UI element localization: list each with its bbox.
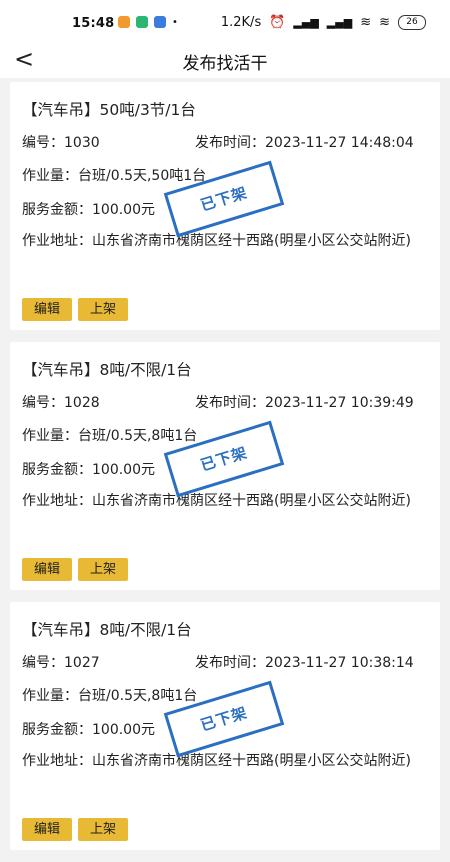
address-row: 作业地址：山东省济南市槐荫区经十西路(明星小区公交站附近) bbox=[22, 484, 432, 518]
publish-time-label: 发布时间： bbox=[195, 655, 265, 671]
workload-value: 台班/0.5天,50吨1台 bbox=[78, 168, 207, 184]
id-row: 编号：1030 发布时间：2023-11-27 14:48:04 bbox=[22, 132, 414, 152]
amount-label: 服务金额： bbox=[22, 722, 92, 738]
notification-icons: • bbox=[118, 16, 178, 28]
page-title: 发布找活干 bbox=[182, 54, 268, 74]
amount-row: 服务金额：100.00元 bbox=[22, 719, 155, 739]
workload-label: 作业量： bbox=[22, 168, 78, 184]
workload-row: 作业量：台班/0.5天,50吨1台 bbox=[22, 165, 206, 185]
amount-row: 服务金额：100.00元 bbox=[22, 199, 155, 219]
publish-time-label: 发布时间： bbox=[195, 135, 265, 151]
address-label: 作业地址： bbox=[22, 233, 92, 249]
edit-button[interactable]: 编辑 bbox=[22, 558, 73, 581]
card-actions: 编辑 上架 bbox=[22, 818, 129, 841]
id-label: 编号： bbox=[22, 135, 64, 151]
address-value: 山东省济南市槐荫区经十西路(明星小区公交站附近) bbox=[92, 493, 411, 509]
app-notification-icon-2 bbox=[154, 16, 166, 28]
id-value: 1028 bbox=[64, 395, 100, 411]
wifi-icon-2: ≋ bbox=[379, 15, 390, 30]
address-value: 山东省济南市槐荫区经十西路(明星小区公交站附近) bbox=[92, 233, 411, 249]
battery-icon: 26 bbox=[398, 15, 426, 30]
wifi-icon: ≋ bbox=[360, 15, 372, 30]
publish-time-value: 2023-11-27 10:39:49 bbox=[265, 395, 414, 411]
job-card[interactable]: 【汽车吊】8吨/不限/1台 编号：1028 发布时间：2023-11-27 10… bbox=[10, 342, 440, 590]
edit-button[interactable]: 编辑 bbox=[22, 298, 73, 321]
id-label: 编号： bbox=[22, 395, 64, 411]
publish-time: 发布时间：2023-11-27 10:38:14 bbox=[195, 652, 414, 672]
more-dot-icon: • bbox=[172, 16, 178, 28]
signal-icon-2: ▂▄▆ bbox=[326, 16, 353, 29]
status-right: 1.2K/s ⏰ ▂▄▆ ▂▄▆ ≋ ≋ 26 bbox=[221, 15, 426, 30]
amount-row: 服务金额：100.00元 bbox=[22, 459, 155, 479]
workload-row: 作业量：台班/0.5天,8吨1台 bbox=[22, 425, 197, 445]
publish-time: 发布时间：2023-11-27 10:39:49 bbox=[195, 392, 414, 412]
amount-label: 服务金额： bbox=[22, 202, 92, 218]
job-card[interactable]: 【汽车吊】50吨/3节/1台 编号：1030 发布时间：2023-11-27 1… bbox=[10, 82, 440, 330]
publish-time: 发布时间：2023-11-27 14:48:04 bbox=[195, 132, 414, 152]
workload-row: 作业量：台班/0.5天,8吨1台 bbox=[22, 685, 197, 705]
edit-button[interactable]: 编辑 bbox=[22, 818, 73, 841]
app-notification-icon bbox=[118, 16, 130, 28]
address-label: 作业地址： bbox=[22, 753, 92, 769]
job-heading: 【汽车吊】50吨/3节/1台 bbox=[22, 101, 196, 119]
workload-label: 作业量： bbox=[22, 428, 78, 444]
shield-notification-icon bbox=[136, 16, 148, 28]
job-list: 【汽车吊】50吨/3节/1台 编号：1030 发布时间：2023-11-27 1… bbox=[10, 82, 440, 862]
address-value: 山东省济南市槐荫区经十西路(明星小区公交站附近) bbox=[92, 753, 411, 769]
shelve-button[interactable]: 上架 bbox=[78, 818, 129, 841]
job-card[interactable]: 【汽车吊】8吨/不限/1台 编号：1027 发布时间：2023-11-27 10… bbox=[10, 602, 440, 850]
publish-time-value: 2023-11-27 14:48:04 bbox=[265, 135, 414, 151]
publish-time-value: 2023-11-27 10:38:14 bbox=[265, 655, 414, 671]
status-bar: 15:48 • 1.2K/s ⏰ ▂▄▆ ▂▄▆ ≋ ≋ 26 bbox=[0, 0, 450, 44]
publish-time-label: 发布时间： bbox=[195, 395, 265, 411]
job-heading: 【汽车吊】8吨/不限/1台 bbox=[22, 361, 192, 379]
shelve-button[interactable]: 上架 bbox=[78, 558, 129, 581]
amount-value: 100.00元 bbox=[92, 202, 155, 218]
amount-value: 100.00元 bbox=[92, 462, 155, 478]
id-row: 编号：1027 发布时间：2023-11-27 10:38:14 bbox=[22, 652, 414, 672]
id-label: 编号： bbox=[22, 655, 64, 671]
workload-value: 台班/0.5天,8吨1台 bbox=[78, 428, 198, 444]
shelve-button[interactable]: 上架 bbox=[78, 298, 129, 321]
address-row: 作业地址：山东省济南市槐荫区经十西路(明星小区公交站附近) bbox=[22, 744, 432, 778]
net-speed: 1.2K/s bbox=[220, 15, 262, 30]
status-time: 15:48 bbox=[72, 16, 115, 31]
amount-label: 服务金额： bbox=[22, 462, 92, 478]
address-label: 作业地址： bbox=[22, 493, 92, 509]
address-row: 作业地址：山东省济南市槐荫区经十西路(明星小区公交站附近) bbox=[22, 224, 432, 258]
signal-icon: ▂▄▆ bbox=[293, 16, 319, 29]
id-value: 1030 bbox=[64, 135, 100, 151]
nav-bar: < 发布找活干 bbox=[0, 44, 450, 78]
id-value: 1027 bbox=[64, 655, 100, 671]
alarm-icon: ⏰ bbox=[269, 15, 286, 30]
workload-value: 台班/0.5天,8吨1台 bbox=[78, 688, 198, 704]
job-heading: 【汽车吊】8吨/不限/1台 bbox=[22, 621, 192, 639]
id-row: 编号：1028 发布时间：2023-11-27 10:39:49 bbox=[22, 392, 414, 412]
card-actions: 编辑 上架 bbox=[22, 558, 129, 581]
amount-value: 100.00元 bbox=[92, 722, 155, 738]
card-actions: 编辑 上架 bbox=[22, 298, 129, 321]
workload-label: 作业量： bbox=[22, 688, 78, 704]
